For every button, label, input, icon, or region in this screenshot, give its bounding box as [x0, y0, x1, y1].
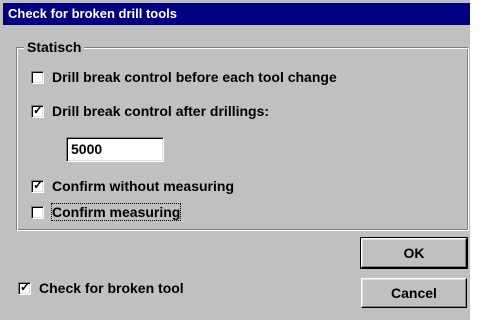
option-label: Drill break control before each tool cha…: [52, 69, 337, 85]
check-broken-tool-option[interactable]: ✓ Check for broken tool: [18, 277, 184, 299]
checkbox-confirm-measuring[interactable]: [31, 205, 44, 219]
checkbox-after-drillings[interactable]: ✓: [31, 102, 44, 118]
option-label: Confirm without measuring: [52, 178, 234, 194]
option-label: Drill break control after drillings:: [52, 103, 270, 119]
option-label: Check for broken tool: [39, 280, 184, 296]
ok-button[interactable]: OK: [360, 237, 468, 269]
background-strip: [470, 0, 482, 320]
option-before-tool-change[interactable]: Drill break control before each tool cha…: [31, 66, 337, 88]
title-bar: Check for broken drill tools: [3, 3, 470, 25]
option-after-drillings[interactable]: ✓ Drill break control after drillings:: [31, 100, 269, 122]
cancel-button[interactable]: Cancel: [361, 278, 467, 308]
checkbox-confirm-without-measuring[interactable]: ✓: [31, 177, 44, 193]
drillings-count-input[interactable]: 5000: [66, 137, 164, 162]
option-confirm-without-measuring[interactable]: ✓ Confirm without measuring: [31, 175, 234, 197]
option-label: Confirm measuring: [50, 203, 182, 221]
checkbox-mark: ✓: [33, 177, 44, 192]
group-legend: Statisch: [24, 38, 85, 56]
window-title: Check for broken drill tools: [8, 6, 178, 21]
checkbox-before-tool-change[interactable]: [31, 70, 44, 84]
checkbox-check-broken-tool[interactable]: ✓: [18, 279, 31, 295]
option-confirm-measuring[interactable]: Confirm measuring: [31, 201, 182, 223]
checkbox-mark: ✓: [33, 102, 44, 117]
checkbox-mark: ✓: [20, 279, 31, 294]
dialog-window: Check for broken drill tools Statisch Dr…: [0, 0, 482, 320]
